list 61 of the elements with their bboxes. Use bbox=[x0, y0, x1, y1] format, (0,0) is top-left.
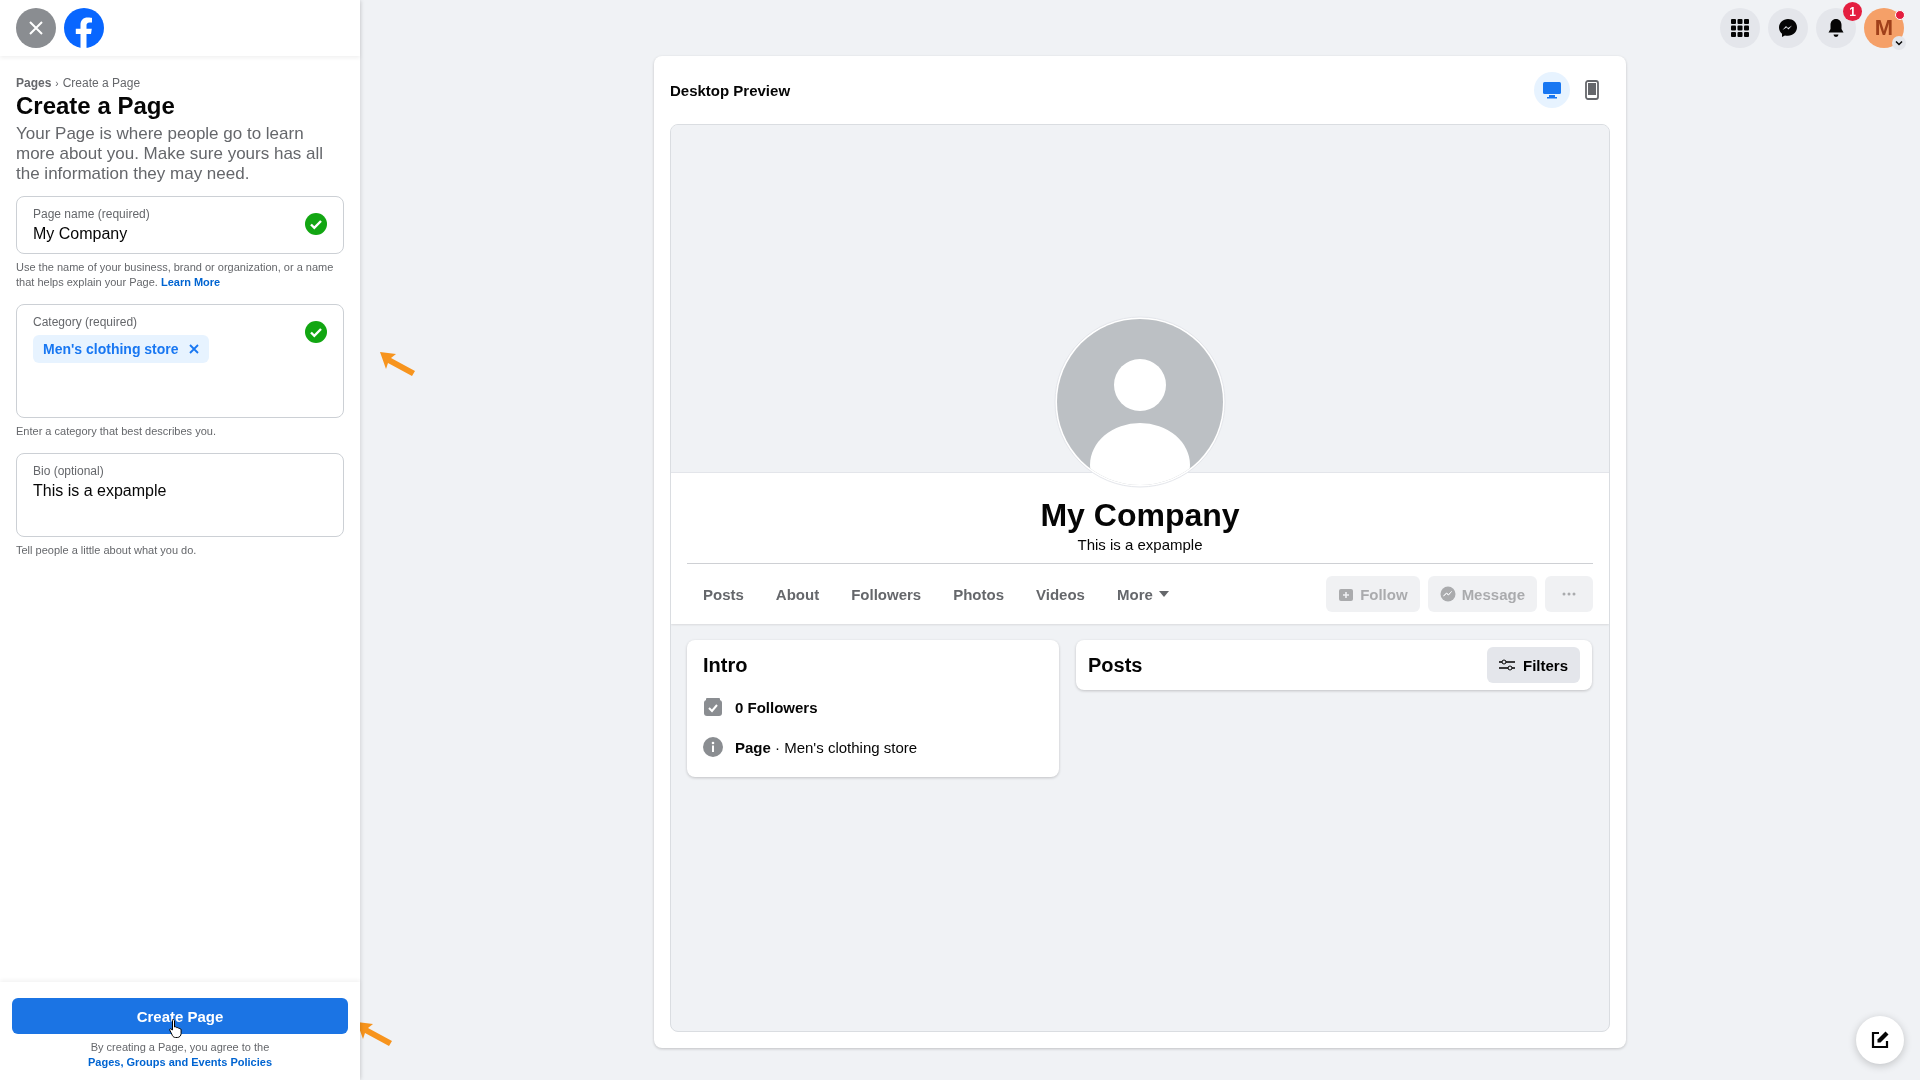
more-icon bbox=[1562, 592, 1576, 596]
terms-text: By creating a Page, you agree to the Pages, Groups and Events Policies bbox=[87, 1040, 273, 1070]
messenger-icon bbox=[1439, 586, 1456, 602]
field-label: Category (required) bbox=[33, 315, 139, 329]
tablet-icon bbox=[1585, 80, 1599, 100]
compose-button[interactable] bbox=[1856, 1016, 1904, 1064]
breadcrumb-link[interactable]: Pages bbox=[16, 76, 52, 90]
info-icon bbox=[703, 737, 723, 757]
breadcrumb-link[interactable]: Create a Page bbox=[62, 76, 141, 90]
help-text: Tell people a little about what you do. bbox=[16, 543, 198, 558]
edit-icon bbox=[1870, 1030, 1890, 1050]
page-tab[interactable]: Posts bbox=[687, 585, 760, 603]
help-text: Use the name of your business, brand or organization, or a name that helps explain your Page. Learn More bbox=[16, 260, 335, 290]
follow-icon bbox=[1338, 586, 1355, 602]
caret-icon bbox=[1158, 591, 1169, 597]
page-tab[interactable]: Followers bbox=[835, 585, 938, 603]
field-label: Page name (required) bbox=[33, 207, 151, 221]
page-title: Create a Page bbox=[16, 92, 176, 120]
form-field[interactable]: Page name (required) My Company bbox=[16, 196, 344, 254]
status-dot bbox=[1895, 10, 1905, 20]
filters-button[interactable]: Filters bbox=[1487, 647, 1580, 683]
learn-more-link[interactable]: Learn More bbox=[160, 276, 221, 288]
grid-icon bbox=[1731, 19, 1749, 37]
posts-title: Posts bbox=[1088, 653, 1143, 677]
page-tab[interactable]: Videos bbox=[1020, 585, 1101, 603]
sliders-icon bbox=[1499, 659, 1515, 671]
check-box-icon bbox=[703, 697, 723, 717]
messenger-button[interactable] bbox=[1768, 8, 1808, 48]
chevron-icon: › bbox=[55, 77, 59, 89]
form-field[interactable]: Bio (optional) This is a expample bbox=[16, 453, 344, 537]
bell-icon bbox=[1827, 18, 1845, 38]
close-icon bbox=[28, 20, 44, 36]
policies-link[interactable]: Pages, Groups and Events Policies bbox=[88, 1055, 272, 1070]
page-name-input[interactable]: My Company bbox=[33, 225, 293, 243]
preview-title: Desktop Preview bbox=[670, 81, 791, 99]
form-field[interactable]: Category (required) Men's clothing store bbox=[16, 304, 344, 418]
description-text: Your Page is where people go to learn more about you. Make sure yours has all the information they may need. bbox=[16, 124, 325, 184]
logo-icon[interactable] bbox=[64, 8, 104, 48]
page-bio: This is a expample bbox=[1077, 536, 1203, 553]
page-tab[interactable]: About bbox=[759, 585, 836, 603]
field-label: Bio (optional) bbox=[33, 464, 105, 478]
profile-avatar[interactable]: M bbox=[1864, 8, 1904, 48]
close-button[interactable] bbox=[16, 8, 56, 48]
page-tab[interactable]: More bbox=[1100, 585, 1185, 603]
close-icon[interactable] bbox=[188, 344, 199, 354]
page-name: My Company bbox=[1040, 497, 1240, 534]
create-page-button[interactable]: Create Page bbox=[12, 998, 348, 1034]
messenger-icon bbox=[1778, 18, 1798, 38]
intro-item: 0 Followers bbox=[735, 698, 818, 716]
intro-title: Intro bbox=[703, 654, 749, 677]
category-chip[interactable]: Men's clothing store bbox=[33, 335, 209, 363]
notifications-button[interactable] bbox=[1816, 8, 1856, 48]
help-text: Enter a category that best describes you. bbox=[16, 424, 217, 439]
monitor-icon bbox=[1542, 81, 1562, 99]
intro-item: Page · Men's clothing store bbox=[735, 738, 918, 756]
apps-menu-button[interactable] bbox=[1720, 8, 1760, 48]
chevron-down-icon[interactable] bbox=[1892, 36, 1906, 50]
bio-input[interactable]: This is a expample bbox=[33, 482, 293, 500]
notification-badge: 1 bbox=[1843, 2, 1862, 21]
device-toggle[interactable] bbox=[1534, 72, 1570, 108]
page-tab[interactable]: Photos bbox=[937, 585, 1021, 603]
